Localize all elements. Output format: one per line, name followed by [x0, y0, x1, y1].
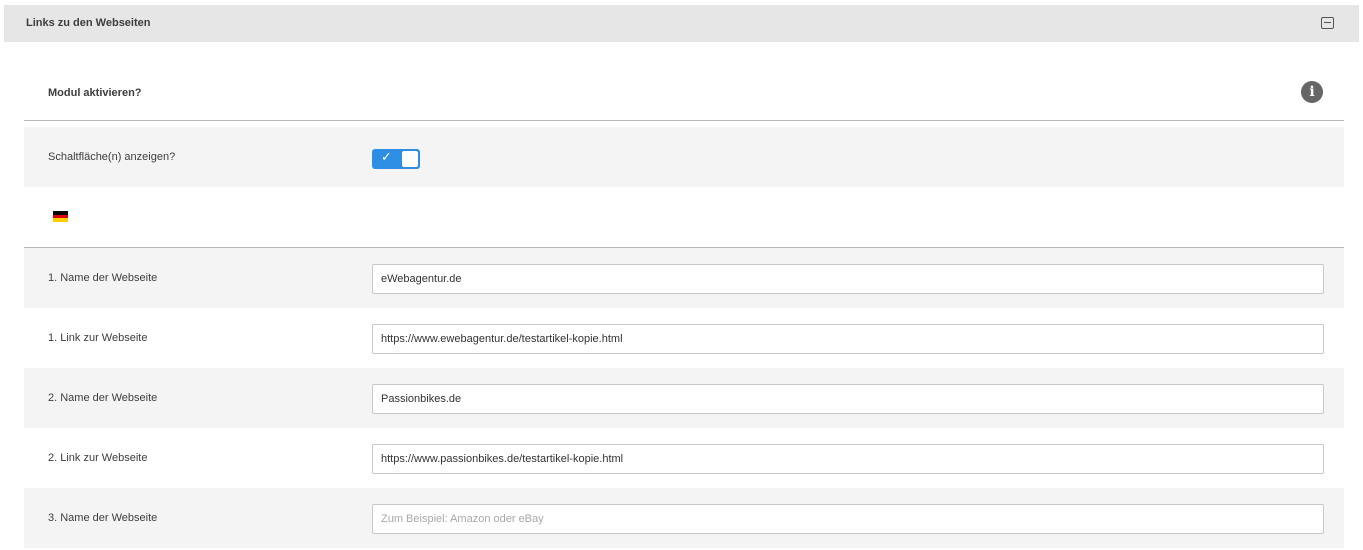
toggle-knob: [402, 151, 418, 167]
field-label: 1. Name der Webseite: [48, 272, 158, 284]
website-name-2-input[interactable]: [372, 384, 1324, 414]
panel-header[interactable]: Links zu den Webseiten: [4, 5, 1359, 42]
field-label: 3. Name der Webseite: [48, 512, 158, 524]
field-row-link-1: 1. Link zur Webseite: [24, 308, 1344, 368]
website-name-3-input[interactable]: [372, 504, 1324, 534]
website-link-2-input[interactable]: [372, 444, 1324, 474]
language-section: [24, 187, 1344, 248]
field-label: 2. Name der Webseite: [48, 392, 158, 404]
show-buttons-toggle[interactable]: ✓: [372, 149, 420, 169]
check-icon: ✓: [381, 150, 392, 165]
field-row-name-1: 1. Name der Webseite: [24, 248, 1344, 308]
field-row-link-2: 2. Link zur Webseite: [24, 428, 1344, 488]
field-row-name-3: 3. Name der Webseite: [24, 488, 1344, 548]
website-name-1-input[interactable]: [372, 264, 1324, 294]
field-label: 2. Link zur Webseite: [48, 452, 148, 464]
field-label: 1. Link zur Webseite: [48, 332, 148, 344]
show-buttons-label: Schaltfläche(n) anzeigen?: [48, 151, 176, 163]
modul-section: Modul aktivieren? i: [24, 42, 1344, 121]
info-icon[interactable]: i: [1301, 81, 1323, 103]
panel-title: Links zu den Webseiten: [26, 17, 151, 29]
show-buttons-row: Schaltfläche(n) anzeigen? ✓: [24, 127, 1344, 187]
website-link-1-input[interactable]: [372, 324, 1324, 354]
field-row-name-2: 2. Name der Webseite: [24, 368, 1344, 428]
modul-label: Modul aktivieren?: [48, 87, 142, 99]
collapse-icon[interactable]: [1321, 17, 1334, 29]
flag-germany-icon: [53, 211, 68, 222]
